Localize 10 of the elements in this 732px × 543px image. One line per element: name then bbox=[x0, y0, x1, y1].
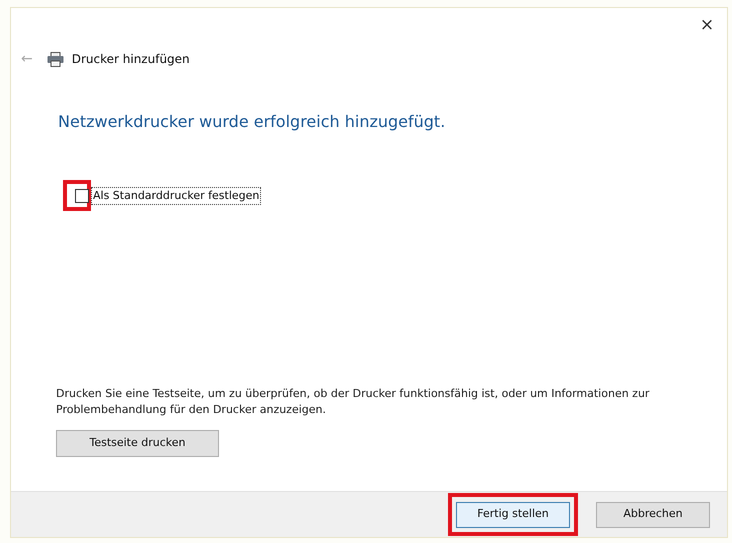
finish-button[interactable]: Fertig stellen bbox=[456, 502, 570, 528]
checkbox[interactable] bbox=[75, 189, 89, 203]
print-test-page-button[interactable]: Testseite drucken bbox=[56, 430, 219, 457]
cancel-button[interactable]: Abbrechen bbox=[596, 502, 710, 528]
checkbox-label[interactable]: Als Standarddrucker festlegen bbox=[92, 188, 260, 204]
printer-icon bbox=[46, 52, 64, 66]
page-heading: Netzwerkdrucker wurde erfolgreich hinzugefügt. bbox=[58, 111, 446, 133]
info-text: Drucken Sie eine Testseite, um zu überprüfen, ob der Drucker funktionsfähig ist, oder um Informationen zur Problembehandlung für den Drucker anzuzeigen. bbox=[56, 386, 650, 418]
close-button[interactable]: × bbox=[695, 14, 719, 36]
window-title: Drucker hinzufügen bbox=[72, 51, 190, 68]
